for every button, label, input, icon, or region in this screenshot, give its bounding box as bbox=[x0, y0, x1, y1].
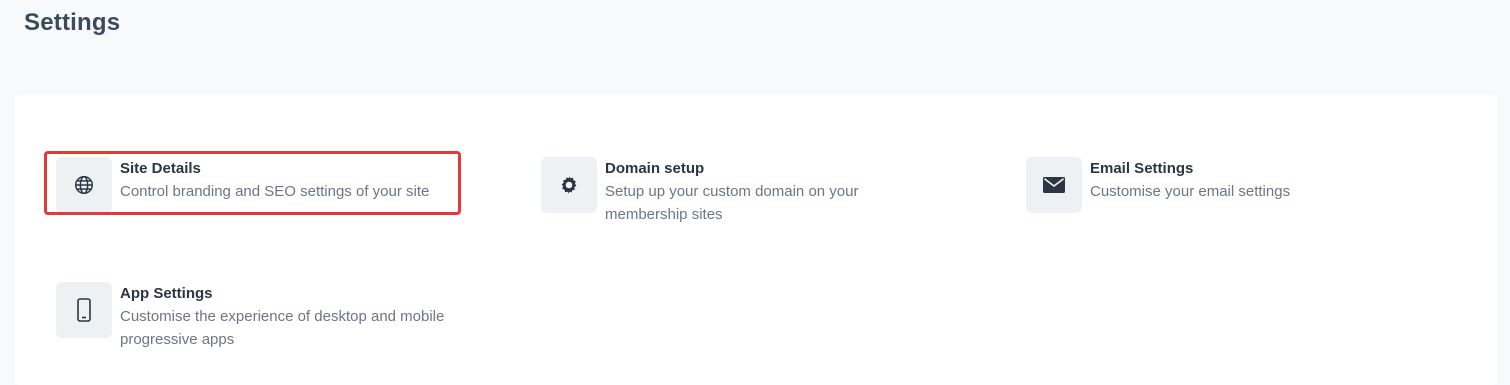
app-settings-description: Customise the experience of desktop and … bbox=[120, 308, 445, 348]
gear-icon bbox=[558, 174, 580, 196]
site-details-item[interactable]: Site Details Control branding and SEO se… bbox=[56, 157, 460, 213]
site-details-icon-box bbox=[56, 157, 112, 213]
email-settings-description: Customise your email settings bbox=[1090, 183, 1291, 200]
email-settings-icon-box bbox=[1026, 157, 1082, 213]
page-title: Settings bbox=[24, 9, 121, 36]
app-settings-title: App Settings bbox=[120, 285, 213, 302]
domain-setup-title: Domain setup bbox=[605, 160, 705, 177]
domain-setup-icon-box bbox=[541, 157, 597, 213]
globe-icon bbox=[73, 174, 95, 196]
app-settings-icon-box bbox=[56, 282, 112, 338]
site-details-description: Control branding and SEO settings of you… bbox=[120, 183, 430, 200]
mobile-phone-icon bbox=[77, 298, 91, 322]
domain-setup-item[interactable]: Domain setup Setup up your custom domain… bbox=[541, 157, 905, 226]
domain-setup-description: Setup up your custom domain on your memb… bbox=[605, 183, 859, 223]
email-settings-title: Email Settings bbox=[1090, 160, 1194, 177]
site-details-title: Site Details bbox=[120, 160, 201, 177]
email-settings-item[interactable]: Email Settings Customise your email sett… bbox=[1026, 157, 1390, 213]
envelope-icon bbox=[1043, 177, 1065, 193]
app-settings-item[interactable]: App Settings Customise the experience of… bbox=[56, 282, 470, 351]
